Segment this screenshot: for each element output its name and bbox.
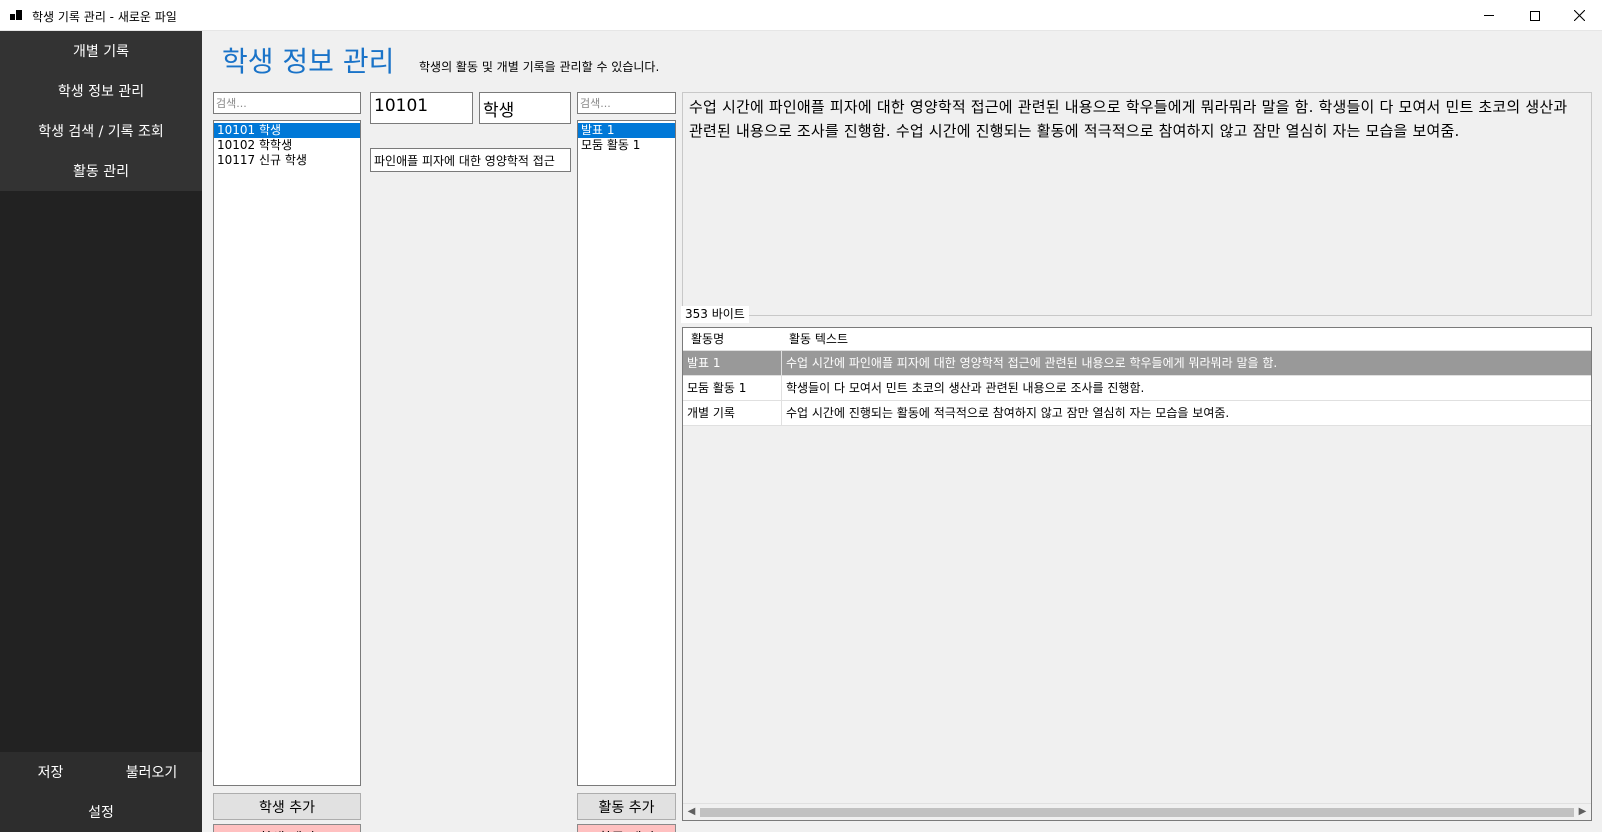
byte-count: 353 바이트 — [681, 306, 749, 323]
activity-search-placeholder: 검색... — [580, 97, 611, 110]
record-text-area[interactable]: 수업 시간에 파인애플 피자에 대한 영양학적 접근에 관련된 내용으로 학우들… — [682, 92, 1592, 316]
activity-grid[interactable]: 활동명 활동 텍스트 발표 1 수업 시간에 파인애플 피자에 대한 영양학적 … — [682, 327, 1592, 821]
cell-activity-name[interactable]: 개별 기록 — [683, 401, 781, 425]
maximize-icon — [1530, 10, 1540, 21]
list-item[interactable]: 10101 학생 — [214, 123, 360, 138]
save-button[interactable]: 저장 — [0, 752, 101, 792]
cell-activity-text[interactable]: 수업 시간에 파인애플 피자에 대한 영양학적 접근에 관련된 내용으로 학우들… — [781, 351, 1277, 375]
table-row[interactable]: 개별 기록 수업 시간에 진행되는 활동에 적극적으로 참여하지 않고 잠만 열… — [683, 401, 1591, 426]
remove-student-button[interactable]: 학생 제거 — [213, 824, 361, 832]
activity-list[interactable]: 발표 1 모둠 활동 1 — [577, 120, 676, 786]
student-id-field[interactable]: 10101 — [370, 92, 473, 124]
student-search-placeholder: 검색... — [216, 97, 247, 110]
load-button[interactable]: 불러오기 — [101, 752, 202, 792]
list-item[interactable]: 10102 학학생 — [214, 138, 360, 153]
sidebar-nav: 개별 기록 학생 정보 관리 학생 검색 / 기록 조회 활동 관리 — [0, 31, 202, 191]
app-icon — [10, 10, 22, 20]
close-icon — [1573, 10, 1585, 21]
cell-activity-name[interactable]: 발표 1 — [683, 351, 781, 375]
sidebar-item-individual-record[interactable]: 개별 기록 — [0, 31, 202, 71]
close-button[interactable] — [1556, 0, 1602, 31]
list-item[interactable]: 발표 1 — [578, 123, 675, 138]
activity-search-input[interactable]: 검색... — [577, 92, 676, 114]
column-header-text[interactable]: 활동 텍스트 — [781, 328, 848, 351]
settings-area: 설정 — [0, 792, 202, 832]
cell-activity-text[interactable]: 수업 시간에 진행되는 활동에 적극적으로 참여하지 않고 잠만 열심히 자는 … — [781, 401, 1229, 425]
column-header-name[interactable]: 활동명 — [683, 328, 781, 351]
page-description: 학생의 활동 및 개별 기록을 관리할 수 있습니다. — [419, 60, 660, 74]
maximize-button[interactable] — [1512, 0, 1558, 31]
student-search-input[interactable]: 검색... — [213, 92, 361, 114]
minimize-button[interactable] — [1466, 0, 1512, 31]
sidebar: 개별 기록 학생 정보 관리 학생 검색 / 기록 조회 활동 관리 저장 불러… — [0, 31, 202, 832]
cell-activity-name[interactable]: 모둠 활동 1 — [683, 376, 781, 400]
scroll-right-icon[interactable]: ▶ — [1574, 806, 1591, 819]
list-item[interactable]: 모둠 활동 1 — [578, 138, 675, 153]
main-panel: 학생 정보 관리 학생의 활동 및 개별 기록을 관리할 수 있습니다. 검색.… — [202, 31, 1602, 832]
grid-header: 활동명 활동 텍스트 — [683, 328, 1591, 351]
remove-activity-button[interactable]: 활동 제거 — [577, 824, 676, 832]
scroll-left-icon[interactable]: ◀ — [683, 806, 700, 819]
settings-button[interactable]: 설정 — [0, 792, 202, 832]
table-row[interactable]: 모둠 활동 1 학생들이 다 모여서 민트 초코의 생산과 관련된 내용으로 조… — [683, 376, 1591, 401]
cell-activity-text[interactable]: 학생들이 다 모여서 민트 초코의 생산과 관련된 내용으로 조사를 진행함. — [781, 376, 1144, 400]
scroll-thumb[interactable] — [700, 808, 1574, 817]
header: 학생 정보 관리 학생의 활동 및 개별 기록을 관리할 수 있습니다. — [202, 31, 1602, 81]
sidebar-item-search[interactable]: 학생 검색 / 기록 조회 — [0, 111, 202, 151]
page-title: 학생 정보 관리 — [222, 45, 395, 78]
minimize-icon — [1484, 15, 1494, 16]
horizontal-scrollbar[interactable]: ◀ ▶ — [683, 803, 1591, 820]
student-name-field[interactable]: 학생 — [479, 92, 571, 124]
file-actions: 저장 불러오기 — [0, 752, 202, 792]
window-title: 학생 기록 관리 - 새로운 파일 — [32, 10, 177, 24]
sidebar-item-student-info[interactable]: 학생 정보 관리 — [0, 71, 202, 111]
activity-title-field[interactable]: 파인애플 피자에 대한 영양학적 접근 — [370, 148, 571, 172]
title-bar: 학생 기록 관리 - 새로운 파일 — [0, 0, 1602, 31]
sidebar-item-activity[interactable]: 활동 관리 — [0, 151, 202, 191]
table-row[interactable]: 발표 1 수업 시간에 파인애플 피자에 대한 영양학적 접근에 관련된 내용으… — [683, 351, 1591, 376]
add-student-button[interactable]: 학생 추가 — [213, 793, 361, 820]
student-list[interactable]: 10101 학생 10102 학학생 10117 신규 학생 — [213, 120, 361, 786]
list-item[interactable]: 10117 신규 학생 — [214, 153, 360, 168]
add-activity-button[interactable]: 활동 추가 — [577, 793, 676, 820]
